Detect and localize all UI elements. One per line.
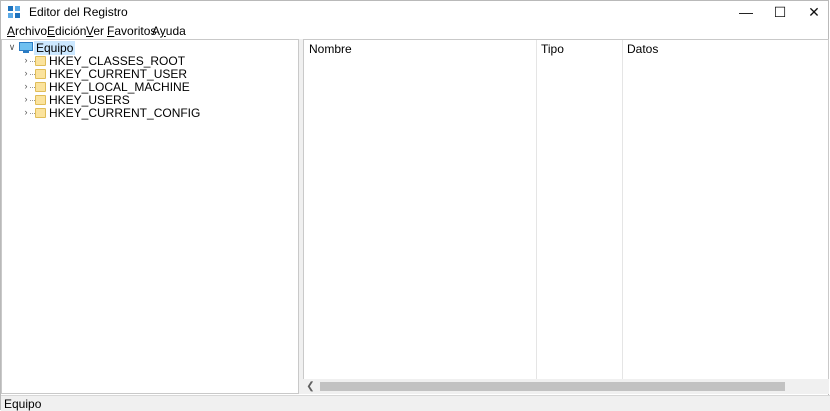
folder-icon (35, 95, 46, 105)
folder-icon (35, 56, 46, 66)
menu-favoritos[interactable]: Favoritos (107, 24, 156, 38)
menu-ver[interactable]: Ver (86, 24, 104, 38)
menu-label: dición (55, 24, 87, 38)
scroll-left-icon[interactable]: ❮ (303, 379, 318, 394)
tree-item-label[interactable]: HKEY_USERS (49, 93, 130, 107)
chevron-right-icon[interactable]: › (21, 107, 31, 117)
column-header-tipo[interactable]: Tipo (536, 40, 622, 58)
column-divider[interactable] (536, 40, 537, 380)
status-text: Equipo (4, 397, 42, 411)
registry-editor-window: Editor del Registro — ☐ ✕ Archivo Edició… (0, 0, 830, 411)
column-divider[interactable] (622, 40, 623, 380)
chevron-right-icon[interactable]: › (21, 55, 31, 65)
chevron-right-icon[interactable]: › (21, 81, 31, 91)
registry-tree[interactable]: ∨ Equipo › HKEY_CLASSES_ROOT › HKEY_CURR… (1, 39, 299, 394)
title-bar[interactable]: Editor del Registro — ☐ ✕ (1, 1, 828, 23)
tree-item-label[interactable]: HKEY_CLASSES_ROOT (49, 54, 185, 68)
minimize-button[interactable]: — (729, 1, 763, 23)
menu-label: er (93, 24, 105, 38)
column-header-nombre[interactable]: Nombre (304, 40, 536, 58)
column-header-datos[interactable]: Datos (622, 40, 822, 58)
tree-item-label[interactable]: HKEY_CURRENT_CONFIG (49, 106, 200, 120)
computer-icon (19, 42, 33, 53)
menu-archivo[interactable]: Archivo (7, 24, 47, 38)
scrollbar-thumb[interactable] (320, 382, 785, 391)
chevron-right-icon[interactable]: › (21, 94, 31, 104)
menu-bar: Archivo Edición Ver Favoritos Ayuda (1, 23, 828, 39)
menu-edicion[interactable]: Edición (47, 24, 86, 38)
horizontal-scrollbar[interactable]: ❮ (303, 379, 829, 394)
tree-item-label[interactable]: HKEY_CURRENT_USER (49, 67, 187, 81)
close-button[interactable]: ✕ (797, 1, 830, 23)
menu-label: avoritos (114, 24, 157, 38)
chevron-right-icon[interactable]: › (21, 68, 31, 78)
registry-editor-icon (8, 6, 20, 18)
tree-root-equipo[interactable]: Equipo (34, 41, 76, 55)
menu-label: rchivo (15, 24, 48, 38)
values-list[interactable]: Nombre Tipo Datos (303, 39, 829, 394)
folder-icon (35, 108, 46, 118)
menu-accel: E (47, 24, 56, 38)
folder-icon (35, 82, 46, 92)
menu-ayuda[interactable]: Ayuda (152, 24, 186, 38)
folder-icon (35, 69, 46, 79)
maximize-button[interactable]: ☐ (763, 1, 797, 23)
menu-accel: A (7, 24, 16, 38)
status-bar: Equipo (1, 395, 830, 411)
tree-item-label[interactable]: HKEY_LOCAL_MACHINE (49, 80, 190, 94)
chevron-down-icon[interactable]: ∨ (7, 42, 17, 52)
window-title: Editor del Registro (29, 5, 128, 19)
